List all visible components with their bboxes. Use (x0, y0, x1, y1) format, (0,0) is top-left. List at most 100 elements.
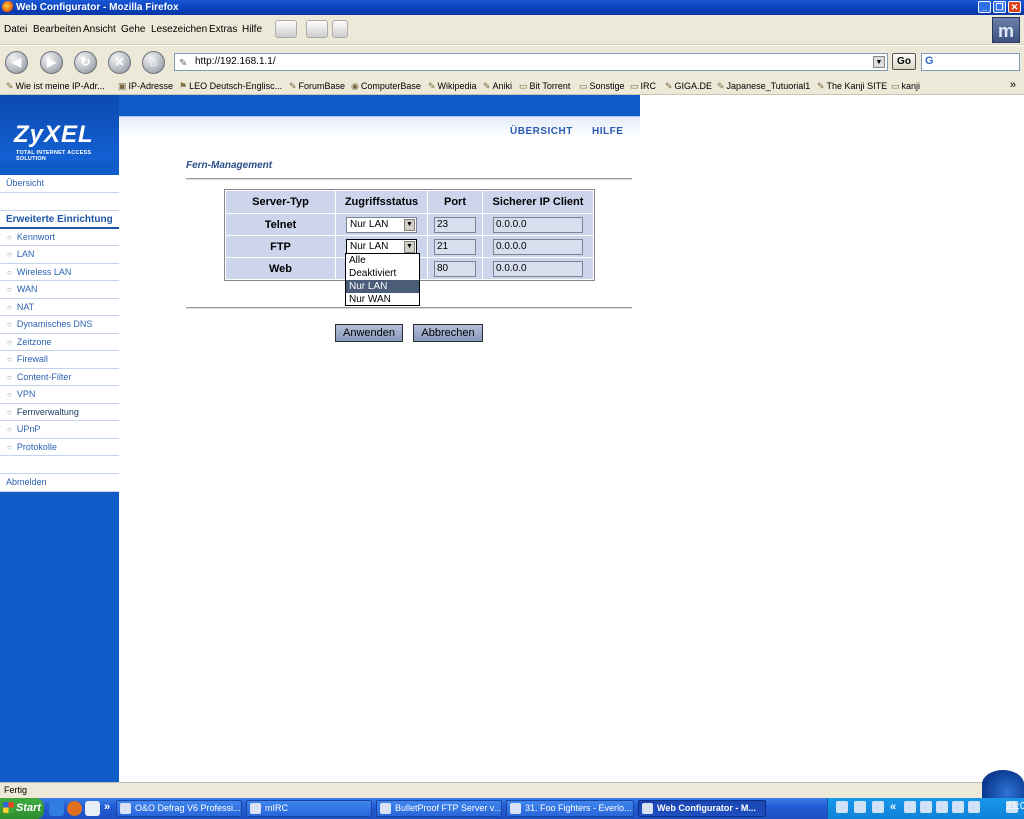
bookmark-item[interactable]: ✎ ForumBase (289, 81, 345, 92)
close-button[interactable]: ✕ (1008, 1, 1021, 13)
bookmark-item[interactable]: ✎ Japanese_Tutuorial1 (717, 81, 810, 92)
sidebar-item-upnp[interactable]: ○ UPnP (0, 421, 119, 439)
quicklaunch-word-icon[interactable] (85, 801, 100, 816)
bookmark-item[interactable]: ▭ kanji (891, 81, 920, 92)
dropdown-option-deaktiviert[interactable]: Deaktiviert (346, 267, 419, 280)
menu-lesezeichen[interactable]: Lesezeichen (151, 24, 207, 35)
bookmark-item[interactable]: ▣ IP-Adresse (118, 81, 173, 92)
bookmark-item[interactable]: ✎ Wie ist meine IP-Adr... (6, 81, 105, 92)
toolbar-screen-icon[interactable] (306, 20, 328, 38)
sidebar-item-uebersicht[interactable]: Übersicht (0, 175, 119, 193)
sidebar-item-vpn[interactable]: ○ VPN (0, 386, 119, 404)
sidebar-item-wan[interactable]: ○ WAN (0, 281, 119, 299)
bookmark-item[interactable]: ✎ Wikipedia (428, 81, 477, 92)
clock[interactable]: 21:02 (1006, 801, 1024, 813)
task-button-active[interactable]: Web Configurator - M... (638, 800, 766, 817)
quicklaunch-firefox-icon[interactable] (67, 801, 82, 816)
toolbar-image-icon[interactable] (332, 20, 348, 38)
bookmark-item[interactable]: ▭ Sonstige (579, 81, 625, 92)
port-input-ftp[interactable]: 21 (434, 238, 476, 255)
secure-ip-input-ftp[interactable]: 0.0.0.0 (493, 238, 583, 255)
tray-icon[interactable] (936, 801, 948, 813)
secure-ip-input-telnet[interactable]: 0.0.0.0 (493, 216, 583, 233)
apply-button[interactable]: Anwenden (335, 324, 403, 342)
header-zugriffsstatus: Zugriffsstatus (336, 191, 427, 213)
sidebar-item-content-filter[interactable]: ○ Content-Filter (0, 368, 119, 386)
toolbar-tool-icon[interactable] (275, 20, 297, 38)
tray-icon[interactable] (872, 801, 884, 813)
sidebar-item-abmelden[interactable]: Abmelden (0, 474, 119, 492)
start-button[interactable]: Start (0, 798, 44, 819)
bookmark-item[interactable]: ▭ IRC (630, 81, 656, 92)
reload-icon[interactable]: ↻ (74, 51, 97, 74)
task-button[interactable]: mIRC (246, 800, 372, 817)
sidebar-item-protokolle[interactable]: ○ Protokolle (0, 438, 119, 456)
sidebar-item-nat[interactable]: ○ NAT (0, 298, 119, 316)
search-input[interactable]: G (921, 53, 1020, 71)
maximize-button[interactable]: ❐ (993, 1, 1006, 13)
forward-icon[interactable]: ▶ (40, 51, 63, 74)
task-button[interactable]: 31. Foo Fighters - Everlo... (506, 800, 634, 817)
bookmark-item[interactable]: ✎ GIGA.DE (665, 81, 712, 92)
bookmark-item[interactable]: ✎ Aniki (483, 81, 512, 92)
top-link-hilfe[interactable]: HILFE (592, 126, 623, 137)
tray-icon[interactable] (968, 801, 980, 813)
quicklaunch-ie-icon[interactable] (49, 801, 64, 816)
bookmark-item[interactable]: ⚑ LEO Deutsch-Englisc... (179, 81, 282, 92)
top-link-uebersicht[interactable]: ÜBERSICHT (510, 126, 573, 137)
sidebar-item-lan[interactable]: ○ LAN (0, 246, 119, 264)
tray-icon[interactable] (904, 801, 916, 813)
page-icon: ✎ (179, 58, 188, 69)
url-input[interactable]: ✎ http://192.168.1.1/ ▼ (174, 53, 888, 71)
header-port: Port (428, 191, 482, 213)
sidebar-section-erweiterte-einrichtung[interactable]: Erweiterte Einrichtung (0, 210, 119, 229)
dropdown-option-alle[interactable]: Alle (346, 254, 419, 267)
logo-area: ZyXEL TOTAL INTERNET ACCESS SOLUTION (0, 95, 119, 162)
sidebar-menu: Übersicht Erweiterte Einrichtung ○ Kennwo… (0, 175, 119, 492)
tray-overflow-icon[interactable]: « (890, 801, 896, 813)
bookmarks-overflow-icon[interactable]: » (1010, 79, 1016, 91)
stop-icon[interactable]: ✕ (108, 51, 131, 74)
header-band (119, 95, 640, 116)
dropdown-option-nur-lan[interactable]: Nur LAN (346, 280, 419, 293)
port-cell: 21 (428, 236, 482, 257)
sidebar-item-firewall[interactable]: ○ Firewall (0, 351, 119, 369)
task-button[interactable]: BulletProof FTP Server v... (376, 800, 502, 817)
menu-datei[interactable]: Datei (4, 24, 27, 35)
quicklaunch-overflow-icon[interactable]: » (104, 801, 110, 813)
task-button[interactable]: O&O Defrag V6 Professi... (116, 800, 242, 817)
chevron-down-icon: ▼ (404, 218, 415, 231)
tray-icon[interactable] (836, 801, 848, 813)
tray-icon[interactable] (952, 801, 964, 813)
tray-icon[interactable] (854, 801, 866, 813)
bookmark-item[interactable]: ▭ Bit Torrent (519, 81, 570, 92)
secure-ip-input-web[interactable]: 0.0.0.0 (493, 260, 583, 277)
ip-cell: 0.0.0.0 (483, 236, 593, 257)
url-dropdown-icon[interactable]: ▼ (873, 56, 885, 68)
sidebar-item-dynamisches-dns[interactable]: ○ Dynamisches DNS (0, 316, 119, 334)
go-button[interactable]: Go (892, 53, 916, 70)
home-icon[interactable]: ⌂ (142, 51, 165, 74)
sidebar-item-kennwort[interactable]: ○ Kennwort (0, 228, 119, 246)
menu-bearbeiten[interactable]: Bearbeiten (33, 24, 81, 35)
menu-ansicht[interactable]: Ansicht (83, 24, 116, 35)
menu-hilfe[interactable]: Hilfe (242, 24, 262, 35)
sidebar-item-fernverwaltung[interactable]: ○ Fernverwaltung (0, 403, 119, 421)
dropdown-option-nur-wan[interactable]: Nur WAN (346, 293, 419, 306)
ip-cell: 0.0.0.0 (483, 258, 593, 279)
tray-icon[interactable] (920, 801, 932, 813)
menu-gehe[interactable]: Gehe (121, 24, 145, 35)
port-input-web[interactable]: 80 (434, 260, 476, 277)
sidebar-item-wireless-lan[interactable]: ○ Wireless LAN (0, 263, 119, 281)
menu-extras[interactable]: Extras (209, 24, 237, 35)
bookmark-item[interactable]: ✎ The Kanji SITE (817, 81, 887, 92)
access-select-telnet[interactable]: Nur LAN ▼ (346, 216, 417, 233)
cancel-button[interactable]: Abbrechen (413, 324, 483, 342)
back-icon[interactable]: ◀ (5, 51, 28, 74)
bookmark-item[interactable]: ◉ ComputerBase (351, 81, 421, 92)
server-type-telnet: Telnet (226, 214, 335, 235)
minimize-button[interactable]: _ (978, 1, 991, 13)
sidebar-item-zeitzone[interactable]: ○ Zeitzone (0, 333, 119, 351)
port-input-telnet[interactable]: 23 (434, 216, 476, 233)
server-type-ftp: FTP (226, 236, 335, 257)
